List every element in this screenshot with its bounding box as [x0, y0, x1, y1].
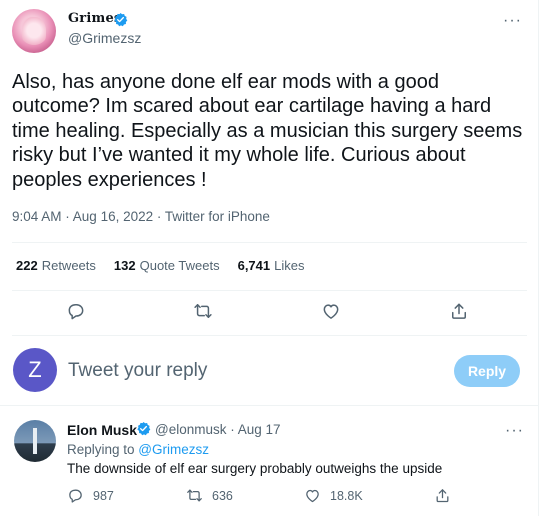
reply-share-action[interactable] [434, 487, 451, 504]
verified-badge-icon [136, 421, 151, 436]
tweet-source[interactable]: Twitter for iPhone [165, 209, 270, 224]
tweet-date[interactable]: Aug 16, 2022 [73, 209, 153, 224]
engagement-stats: 222 Retweets 132 Quote Tweets 6,741 Likes [16, 258, 305, 273]
divider [12, 335, 527, 336]
reply-reply-count: 987 [93, 488, 114, 503]
reply-reply-action[interactable]: 987 [67, 487, 114, 504]
reply-input[interactable]: Tweet your reply [68, 360, 207, 382]
reply-author-avatar[interactable] [14, 420, 56, 462]
author-avatar[interactable] [12, 9, 56, 53]
retweet-icon [186, 487, 203, 504]
quote-tweets-label: Quote Tweets [139, 258, 220, 273]
reply-icon[interactable] [66, 301, 86, 321]
like-icon [304, 487, 321, 504]
share-icon[interactable] [449, 301, 469, 321]
author-handle[interactable]: @Grimezsz [68, 30, 141, 46]
replying-to: Replying to @Grimezsz [67, 442, 209, 457]
tweet-thread: Grimes @Grimezsz ··· Also, has anyone do… [0, 0, 539, 516]
retweets-count: 222 [16, 258, 38, 273]
reply-date[interactable]: Aug 17 [238, 422, 281, 437]
retweets-label: Retweets [41, 258, 96, 273]
reply-button[interactable]: Reply [454, 355, 520, 387]
reply-author-meta: @elonmusk · Aug 17 [155, 422, 281, 437]
retweet-icon[interactable] [193, 301, 213, 321]
likes-label: Likes [274, 258, 305, 273]
quote-tweets-stat[interactable]: 132 Quote Tweets [114, 258, 220, 273]
reply-like-action[interactable]: 18.8K [304, 487, 363, 504]
current-user-avatar[interactable]: Z [13, 348, 57, 392]
share-icon [434, 487, 451, 504]
more-options-icon[interactable]: ··· [505, 422, 524, 440]
reply-retweet-action[interactable]: 636 [186, 487, 233, 504]
more-options-icon[interactable]: ··· [503, 12, 522, 30]
reply-like-count: 18.8K [330, 488, 363, 503]
tweet-time[interactable]: 9:04 AM [12, 209, 62, 224]
retweets-stat[interactable]: 222 Retweets [16, 258, 96, 273]
reply-body: The downside of elf ear surgery probably… [67, 461, 443, 476]
replying-to-label: Replying to [67, 442, 139, 457]
divider [12, 290, 527, 291]
meta-separator: · [61, 209, 73, 224]
meta-separator: · [226, 422, 238, 437]
reply-author-handle[interactable]: @elonmusk [155, 422, 226, 437]
divider [0, 405, 539, 406]
verified-badge-icon [113, 12, 128, 27]
tweet-metadata: 9:04 AM · Aug 16, 2022 · Twitter for iPh… [12, 209, 270, 224]
reply-icon [67, 487, 84, 504]
reply-retweet-count: 636 [212, 488, 233, 503]
reply-author-name[interactable]: Elon Musk [67, 422, 137, 438]
quote-tweets-count: 132 [113, 258, 136, 273]
likes-stat[interactable]: 6,741 Likes [238, 258, 305, 273]
tweet-body: Also, has anyone done elf ear mods with … [12, 71, 523, 191]
replying-to-link[interactable]: @Grimezsz [138, 442, 209, 457]
meta-separator: · [153, 209, 165, 224]
like-icon[interactable] [321, 301, 341, 321]
likes-count: 6,741 [237, 258, 271, 273]
divider [12, 242, 527, 243]
